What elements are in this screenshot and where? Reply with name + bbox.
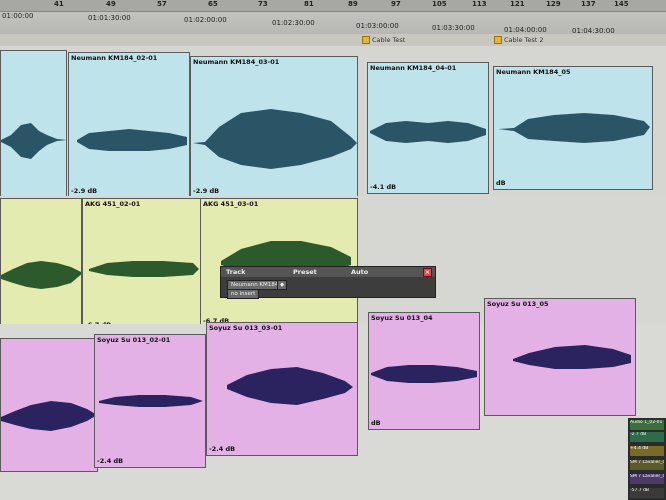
- popup-header-preset: Preset: [293, 268, 317, 276]
- marker-cable-test-2[interactable]: Cable Test 2: [494, 36, 544, 44]
- popup-header: Track Preset Auto ×: [221, 267, 435, 277]
- timeline-ruler[interactable]: 41 49 57 65 73 81 89 97 105 113 121 129 …: [0, 0, 666, 35]
- clip-name: Neumann KM184_05: [496, 68, 571, 76]
- marker-icon: [494, 36, 502, 44]
- waveform: [498, 113, 650, 143]
- bar-label: 121: [510, 0, 525, 8]
- bar-label: 129: [546, 0, 561, 8]
- clip-name: AKG 451_02-01: [85, 200, 141, 208]
- insert-selector-button[interactable]: no insert: [227, 289, 260, 299]
- timecode-label: 01:03:30:00: [432, 24, 475, 32]
- marker-cable-test[interactable]: Cable Test: [362, 36, 405, 44]
- waveform: [513, 345, 631, 369]
- clip-gain: -2.9 dB: [193, 187, 220, 195]
- bar-label: 81: [304, 0, 314, 8]
- clip-gain: -4.1 dB: [370, 183, 397, 191]
- clip-name: Neumann KM184_02-01: [71, 54, 158, 62]
- bar-label: 89: [348, 0, 358, 8]
- audio-clip[interactable]: [0, 50, 67, 198]
- bar-label: 65: [208, 0, 218, 8]
- waveform: [193, 109, 357, 169]
- waveform: [227, 367, 353, 405]
- audio-clip[interactable]: Neumann KM184_03-01 -2.9 dB: [190, 56, 358, 198]
- clip-name: Soyuz Su 013_02-01: [97, 336, 171, 344]
- bar-label: 137: [581, 0, 596, 8]
- mini-track-label: -57.7 dB: [630, 488, 664, 498]
- bar-label: 97: [391, 0, 401, 8]
- plugin-insert-popup[interactable]: Track Preset Auto × Neumann KM184 ◆ no i…: [220, 266, 436, 299]
- clip-name: Soyuz Su 013_04: [371, 314, 433, 322]
- timecode-label: 01:02:00:00: [184, 16, 227, 24]
- bar-label: 57: [157, 0, 167, 8]
- waveform: [1, 261, 81, 289]
- bar-label: 41: [54, 0, 64, 8]
- mini-track-label: SM 7 Lavalier_03-01: [630, 460, 664, 470]
- audio-clip[interactable]: [0, 198, 82, 334]
- mini-track-overview[interactable]: Audio 1_02-01 -2.7 dB +4.4 dB SM 7 Laval…: [628, 418, 666, 500]
- audio-clip[interactable]: Soyuz Su 013_03-01 -2.4 dB: [206, 322, 358, 456]
- close-icon[interactable]: ×: [423, 268, 432, 277]
- clip-name: Soyuz Su 013_03-01: [209, 324, 283, 332]
- waveform: [1, 401, 97, 431]
- popup-header-track: Track: [226, 268, 246, 276]
- clip-name: Soyuz Su 013_05: [487, 300, 549, 308]
- audio-clip[interactable]: AKG 451_03-01 -6.7 dB: [200, 198, 358, 328]
- clip-gain: dB: [496, 179, 506, 187]
- audio-clip[interactable]: Soyuz Su 013_02-01 -2.4 dB: [94, 334, 206, 468]
- waveform: [77, 129, 187, 151]
- clip-name: Neumann KM184_03-01: [193, 58, 280, 66]
- audio-clip[interactable]: [0, 338, 98, 472]
- timecode-label: 01:01:30:00: [88, 14, 131, 22]
- timecode-label: 01:02:30:00: [272, 19, 315, 27]
- mini-track-label: +4.4 dB: [630, 446, 664, 456]
- bars-beats-ruler[interactable]: 41 49 57 65 73 81 89 97 105 113 121 129 …: [0, 0, 666, 12]
- track-selector-arrow-button[interactable]: ◆: [277, 280, 288, 290]
- waveform: [99, 395, 203, 407]
- mini-track-label: -2.7 dB: [630, 432, 664, 442]
- bar-label: 49: [106, 0, 116, 8]
- waveform: [370, 121, 486, 143]
- audio-clip[interactable]: Soyuz Su 013_04 dB: [368, 312, 480, 430]
- audio-clip[interactable]: Soyuz Su 013_05: [484, 298, 636, 416]
- timecode-label: 01:00:00: [2, 12, 34, 20]
- clip-name: Neumann KM184_04-01: [370, 64, 457, 72]
- audio-clip[interactable]: Neumann KM184_05 dB: [493, 66, 653, 190]
- marker-label: Cable Test 2: [504, 36, 544, 44]
- timecode-label: 01:04:00:00: [504, 26, 547, 34]
- popup-header-auto: Auto: [351, 268, 369, 276]
- waveform: [89, 261, 199, 277]
- clip-gain: -2.4 dB: [209, 445, 236, 453]
- mini-track-label: Audio 1_02-01: [630, 420, 664, 430]
- marker-icon: [362, 36, 370, 44]
- audio-clip[interactable]: AKG 451_02-01 -6.7 dB: [82, 198, 202, 332]
- clip-name: AKG 451_03-01: [203, 200, 259, 208]
- bar-label: 145: [614, 0, 629, 8]
- bar-label: 73: [258, 0, 268, 8]
- clip-gain: dB: [371, 419, 381, 427]
- waveform: [1, 123, 66, 159]
- marker-label: Cable Test: [372, 36, 406, 44]
- bar-label: 105: [432, 0, 447, 8]
- clip-gain: -2.9 dB: [71, 187, 98, 195]
- bar-label: 113: [472, 0, 487, 8]
- clip-gain: -2.4 dB: [97, 457, 124, 465]
- waveform: [371, 365, 477, 383]
- timecode-label: 01:03:00:00: [356, 22, 399, 30]
- mini-track-label: SM 7 Lavalier_03-01: [630, 474, 664, 484]
- audio-clip[interactable]: Neumann KM184_02-01 -2.9 dB: [68, 52, 190, 198]
- audio-clip[interactable]: Neumann KM184_04-01 -4.1 dB: [367, 62, 489, 194]
